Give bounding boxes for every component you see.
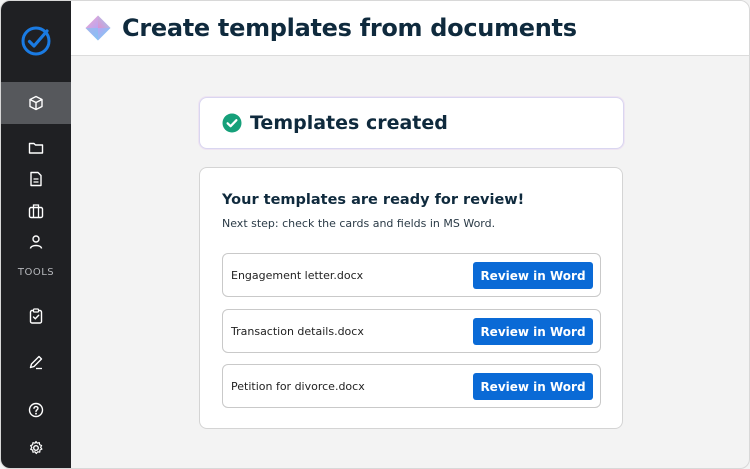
file-name: Transaction details.docx: [231, 325, 364, 338]
help-icon: [28, 402, 44, 418]
templates-review-card: Your templates are ready for review! Nex…: [199, 167, 623, 429]
review-in-word-button[interactable]: Review in Word: [473, 318, 593, 345]
file-name: Engagement letter.docx: [231, 269, 364, 282]
review-subtext: Next step: check the cards and fields in…: [222, 217, 496, 230]
sidebar-item-documents[interactable]: [26, 169, 46, 189]
sidebar-item-matters[interactable]: [26, 201, 46, 221]
sidebar-item-tasks[interactable]: [26, 306, 46, 326]
list-item: Transaction details.docx Review in Word: [222, 309, 601, 353]
page-header: Create templates from documents: [71, 1, 749, 56]
review-heading: Your templates are ready for review!: [222, 192, 525, 208]
sidebar-item-contacts[interactable]: [26, 232, 46, 252]
person-icon: [29, 235, 43, 249]
clipboard-check-icon: [29, 308, 43, 324]
sidebar-item-settings[interactable]: [26, 438, 46, 458]
pen-icon: [29, 355, 43, 370]
page-title: Create templates from documents: [122, 14, 577, 42]
gear-icon: [30, 440, 43, 455]
list-item: Petition for divorce.docx Review in Word: [222, 364, 601, 408]
file-name: Petition for divorce.docx: [231, 380, 365, 393]
app-logo[interactable]: [1, 1, 71, 81]
sidebar: TOOLS: [1, 1, 71, 468]
app-window: TOOLS Create templates from documents Te…: [0, 0, 750, 469]
gem-logo-icon: [85, 15, 111, 41]
briefcase-icon: [28, 204, 44, 219]
document-icon: [30, 171, 42, 187]
sidebar-item-folders[interactable]: [26, 138, 46, 158]
check-circle-icon: [222, 113, 242, 133]
cube-icon: [29, 95, 43, 111]
status-banner: Templates created: [199, 97, 624, 149]
sidebar-item-edit[interactable]: [26, 352, 46, 372]
list-item: Engagement letter.docx Review in Word: [222, 253, 601, 297]
review-in-word-button[interactable]: Review in Word: [473, 373, 593, 400]
checkmark-circle-logo: [21, 26, 51, 56]
sidebar-item-templates[interactable]: [26, 93, 46, 113]
folder-icon: [28, 142, 44, 154]
review-in-word-button[interactable]: Review in Word: [473, 262, 593, 289]
status-text: Templates created: [250, 112, 448, 134]
sidebar-section-tools: TOOLS: [17, 267, 55, 278]
sidebar-item-help[interactable]: [26, 400, 46, 420]
